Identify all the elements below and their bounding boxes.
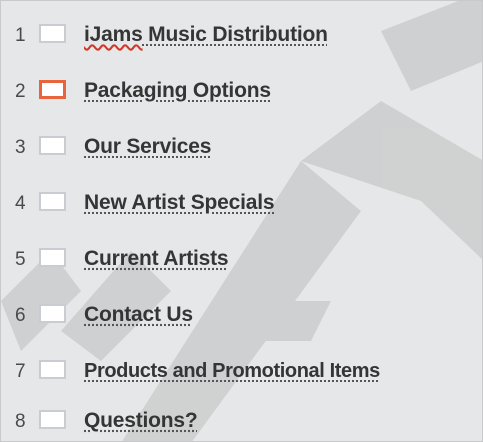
slide-item-2[interactable]: 2 Packaging Options [1,71,482,111]
slide-thumbnail[interactable] [39,24,66,43]
slide-number: 5 [15,249,26,270]
slide-thumbnail[interactable] [39,304,66,323]
slide-title[interactable]: Current Artists [84,247,229,271]
slide-thumbnail[interactable] [39,410,66,429]
outline-panel: 1 iJams Music Distribution 2 Packaging O… [0,0,483,442]
slide-thumbnail-selected[interactable] [39,80,66,99]
slide-number: 6 [15,305,26,326]
slide-thumbnail[interactable] [39,360,66,379]
slide-title-spellcheck-word: iJams [84,23,143,46]
slide-thumbnail[interactable] [39,248,66,267]
slide-thumbnail[interactable] [39,136,66,155]
slide-title[interactable]: iJams Music Distribution [84,23,328,47]
slide-title[interactable]: Contact Us [84,303,193,327]
slide-item-1[interactable]: 1 iJams Music Distribution [1,15,482,55]
slide-item-7[interactable]: 7 Products and Promotional Items [1,351,482,391]
slide-title[interactable]: Packaging Options [84,79,271,103]
slide-number: 8 [15,411,26,432]
slide-number: 7 [15,361,26,382]
slide-number: 3 [15,137,26,158]
slide-title[interactable]: New Artist Specials [84,191,275,215]
slide-thumbnail[interactable] [39,192,66,211]
slide-number: 2 [15,81,26,102]
slide-item-6[interactable]: 6 Contact Us [1,295,482,335]
slide-item-8[interactable]: 8 Questions? [1,401,482,441]
slide-item-5[interactable]: 5 Current Artists [1,239,482,279]
slide-number: 1 [15,25,26,46]
slide-title-rest: Music Distribution [142,23,328,46]
slide-item-3[interactable]: 3 Our Services [1,127,482,167]
slide-outline-list: 1 iJams Music Distribution 2 Packaging O… [1,1,482,441]
slide-title[interactable]: Questions? [84,409,198,433]
slide-number: 4 [15,193,26,214]
slide-title[interactable]: Products and Promotional Items [84,359,380,383]
slide-item-4[interactable]: 4 New Artist Specials [1,183,482,223]
slide-title[interactable]: Our Services [84,135,211,159]
